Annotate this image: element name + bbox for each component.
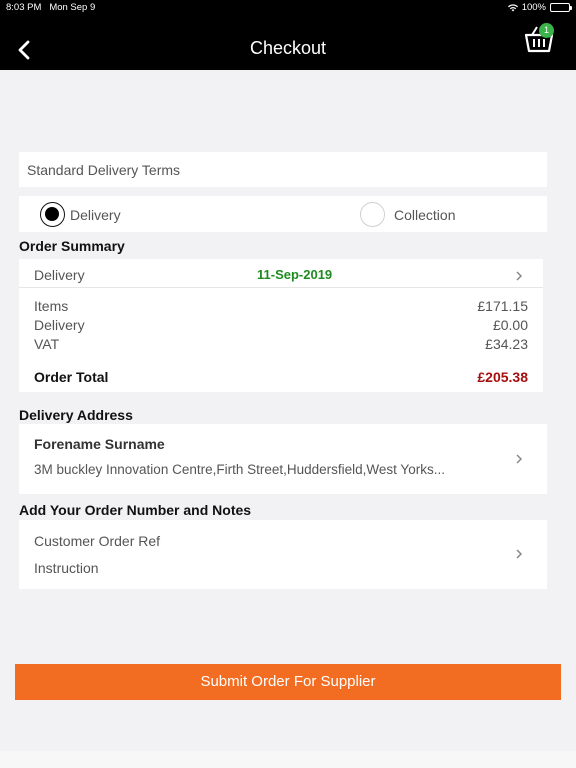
status-bar: 8:03 PM Mon Sep 9 100% — [0, 0, 576, 16]
instruction-field[interactable]: Instruction — [34, 560, 99, 576]
collection-radio-label[interactable]: Collection — [394, 207, 455, 223]
vat-value: £34.23 — [485, 336, 528, 352]
address-name: Forename Surname — [34, 436, 165, 452]
summary-divider — [19, 287, 543, 288]
status-time: 8:03 PM Mon Sep 9 — [6, 2, 95, 13]
vat-label: VAT — [34, 336, 60, 352]
status-time-text: 8:03 PM — [6, 2, 42, 13]
order-total-value: £205.38 — [477, 369, 528, 385]
delivery-method-selector: Delivery Collection — [19, 196, 547, 232]
delivery-radio[interactable] — [40, 202, 65, 227]
basket-count-badge: 1 — [539, 23, 554, 38]
address-line: 3M buckley Innovation Centre,Firth Stree… — [34, 462, 445, 477]
delivery-cost-value: £0.00 — [492, 317, 528, 333]
delivery-terms-label: Standard Delivery Terms — [27, 162, 181, 178]
status-date-text: Mon Sep 9 — [49, 2, 96, 13]
submit-order-button[interactable]: Submit Order For Supplier — [15, 664, 561, 700]
order-total-label: Order Total — [34, 369, 109, 385]
delivery-terms-field[interactable]: Standard Delivery Terms — [19, 152, 547, 187]
battery-percent: 100% — [521, 2, 546, 13]
order-summary-heading: Order Summary — [19, 238, 125, 254]
collection-radio[interactable] — [360, 202, 385, 227]
chevron-right-icon — [516, 271, 523, 281]
battery-icon — [550, 3, 572, 12]
delivery-date-row[interactable]: Delivery 11-Sep-2019 — [19, 259, 543, 287]
order-summary-card: Delivery 11-Sep-2019 Items £171.15 Deliv… — [19, 259, 543, 392]
order-notes-card[interactable]: Customer Order Ref Instruction — [19, 520, 547, 589]
items-label: Items — [34, 298, 69, 314]
order-notes-heading: Add Your Order Number and Notes — [19, 502, 252, 518]
nav-bar: Checkout — [0, 16, 576, 70]
page-title: Checkout — [249, 38, 327, 58]
chevron-right-icon — [516, 549, 523, 559]
bottom-safe-area — [0, 751, 576, 768]
wifi-icon — [507, 3, 518, 11]
chevron-right-icon — [516, 454, 523, 464]
status-right: 100% — [507, 2, 572, 13]
delivery-date-label: Delivery — [34, 267, 85, 283]
delivery-cost-label: Delivery — [34, 317, 85, 333]
delivery-date-value: 11-Sep-2019 — [257, 267, 333, 282]
items-value: £171.15 — [477, 298, 528, 314]
delivery-address-card[interactable]: Forename Surname 3M buckley Innovation C… — [19, 424, 547, 494]
customer-order-ref-field[interactable]: Customer Order Ref — [34, 533, 160, 549]
delivery-radio-label[interactable]: Delivery — [70, 207, 121, 223]
delivery-address-heading: Delivery Address — [19, 407, 133, 423]
